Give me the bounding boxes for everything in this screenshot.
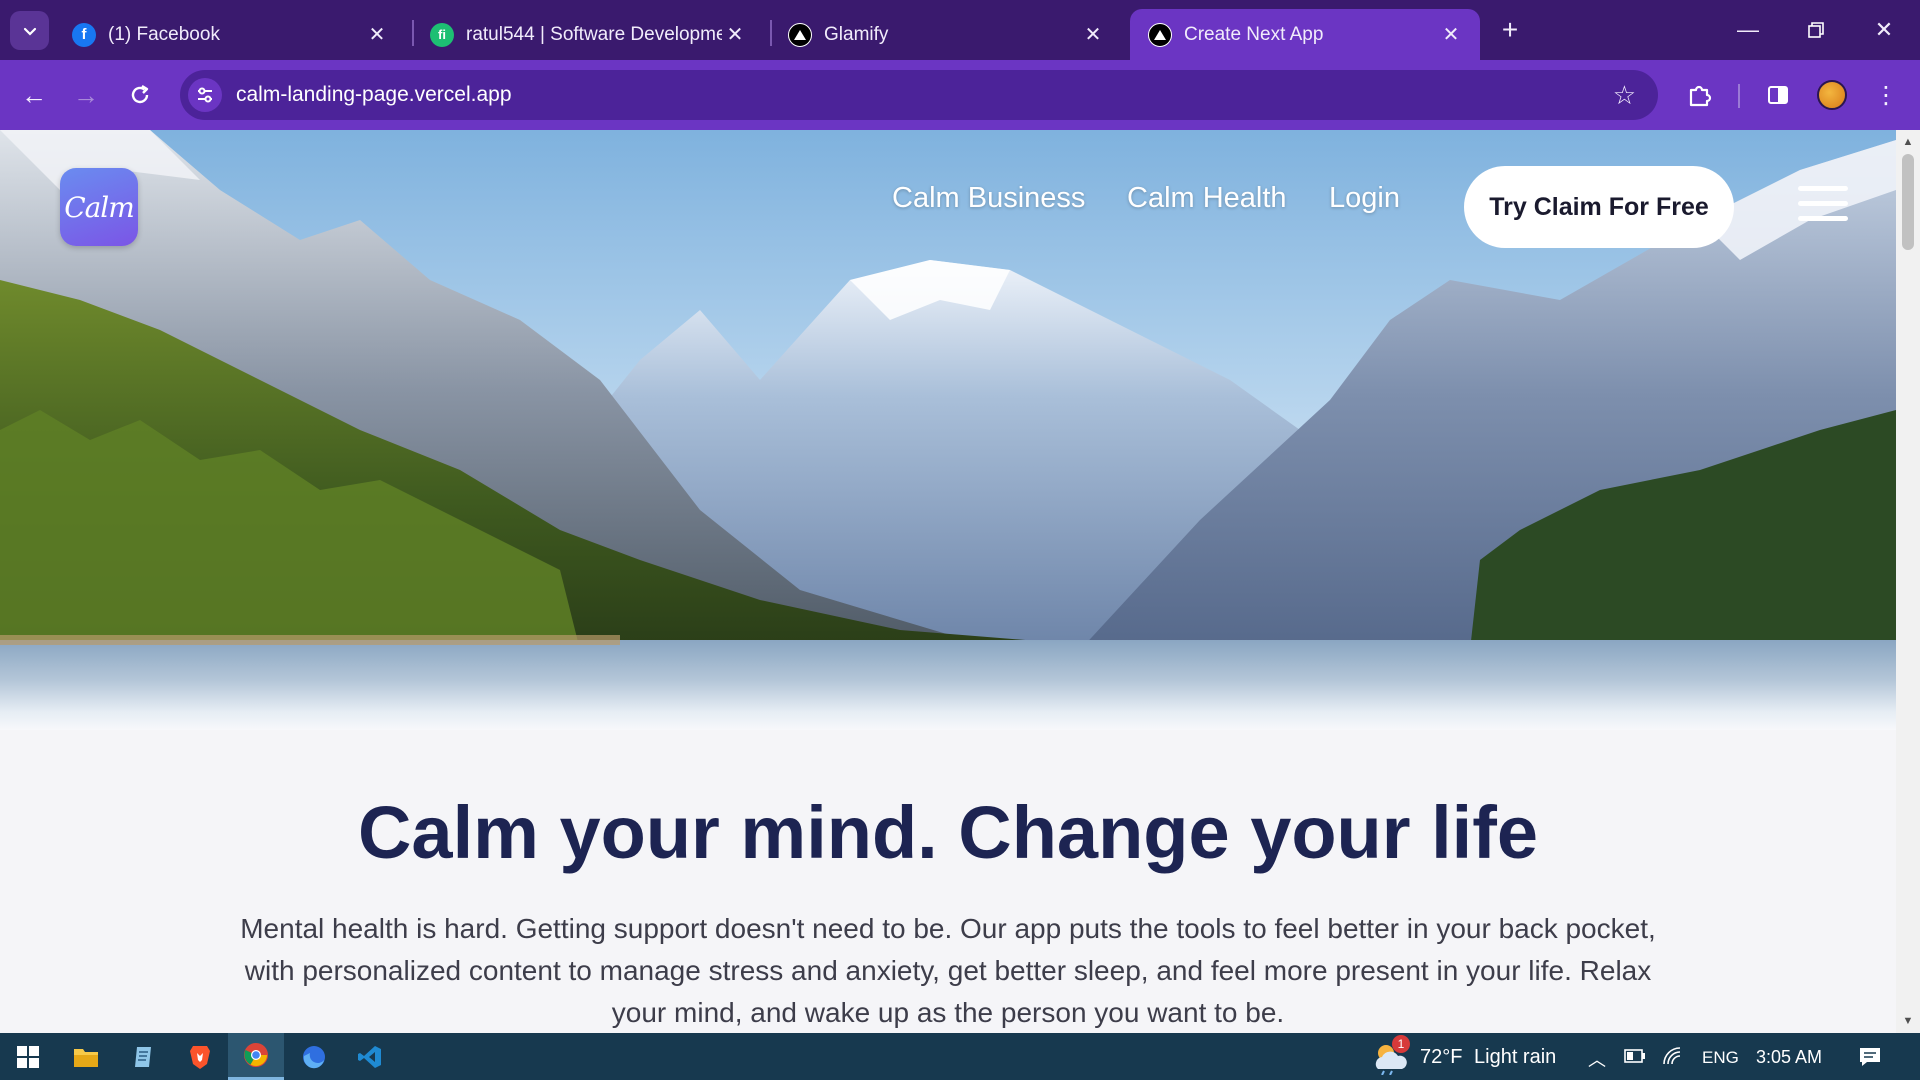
windows-start-icon bbox=[17, 1045, 39, 1068]
taskbar-notepad[interactable] bbox=[116, 1033, 172, 1080]
scroll-down-arrow-icon[interactable]: ▼ bbox=[1902, 1015, 1914, 1027]
nav-calm-health[interactable]: Calm Health bbox=[1127, 182, 1287, 215]
more-vertical-icon: ⋮ bbox=[1874, 81, 1898, 109]
close-icon[interactable]: ✕ bbox=[364, 22, 390, 48]
weather-temp[interactable]: 72°F bbox=[1420, 1046, 1462, 1069]
tab-create-next-app[interactable]: Create Next App ✕ bbox=[1130, 9, 1480, 60]
fiverr-icon: fi bbox=[430, 22, 454, 47]
extensions-button[interactable] bbox=[1682, 77, 1718, 113]
nav-login[interactable]: Login bbox=[1329, 182, 1400, 215]
tab-title: Glamify bbox=[824, 23, 889, 45]
new-tab-button[interactable]: + bbox=[1494, 14, 1526, 46]
hero-headline: Calm your mind. Change your life bbox=[357, 791, 1539, 874]
taskbar-brave[interactable] bbox=[172, 1033, 228, 1080]
hero-description: Mental health is hard. Getting support d… bbox=[240, 913, 1656, 1028]
reload-button[interactable] bbox=[122, 77, 158, 113]
tab-glamify[interactable]: Glamify ✕ bbox=[770, 9, 1122, 60]
vercel-icon bbox=[788, 22, 812, 47]
taskbar-file-explorer[interactable] bbox=[58, 1033, 114, 1080]
calm-logo[interactable]: Calm bbox=[60, 168, 138, 246]
page-scrollbar[interactable]: ▲ ▼ bbox=[1896, 130, 1920, 1033]
vscode-icon bbox=[358, 1045, 381, 1068]
weather-widget[interactable]: 1 bbox=[1370, 1035, 1410, 1076]
tab-title: (1) Facebook bbox=[108, 23, 220, 45]
page-viewport: Calm Calm Business Calm Health Login Try… bbox=[0, 130, 1896, 1033]
minimize-button[interactable]: — bbox=[1728, 10, 1768, 50]
taskbar-chrome[interactable] bbox=[228, 1033, 284, 1080]
side-panel-icon bbox=[1768, 86, 1788, 104]
puzzle-icon bbox=[1689, 85, 1712, 107]
tab-fiverr[interactable]: fi ratul544 | Software Developmer ✕ bbox=[412, 9, 764, 60]
tab-search-button[interactable] bbox=[10, 11, 49, 50]
restore-icon bbox=[1808, 22, 1824, 38]
scroll-up-arrow-icon[interactable]: ▲ bbox=[1902, 136, 1914, 148]
vercel-icon bbox=[1148, 22, 1172, 47]
close-icon[interactable]: ✕ bbox=[722, 22, 748, 48]
reload-icon bbox=[131, 84, 149, 104]
weather-condition[interactable]: Light rain bbox=[1474, 1046, 1556, 1069]
tab-title: Create Next App bbox=[1184, 23, 1324, 45]
profile-avatar[interactable] bbox=[1817, 80, 1847, 110]
close-icon[interactable]: ✕ bbox=[1438, 22, 1464, 48]
chevron-down-icon bbox=[23, 27, 36, 36]
windows-start-button[interactable] bbox=[0, 1033, 56, 1080]
clock[interactable]: 3:05 AM bbox=[1756, 1047, 1822, 1068]
nav-calm-business[interactable]: Calm Business bbox=[892, 182, 1085, 215]
firefox-icon bbox=[303, 1045, 325, 1068]
arrow-left-icon: ← bbox=[21, 79, 47, 110]
browser-toolbar: ← → calm-landing-page.vercel.app ☆ ⋮ bbox=[0, 60, 1920, 130]
chrome-icon bbox=[244, 1043, 268, 1067]
notification-icon[interactable] bbox=[1858, 1045, 1882, 1074]
chevron-up-icon[interactable]: ︿ bbox=[1588, 1046, 1606, 1072]
restore-button[interactable] bbox=[1796, 10, 1836, 50]
try-free-button[interactable]: Try Claim For Free bbox=[1464, 166, 1734, 248]
tune-icon bbox=[198, 87, 212, 103]
close-icon: ✕ bbox=[1874, 17, 1894, 42]
windows-taskbar: 1 72°F Light rain ︿ ENG 3:05 AM bbox=[0, 1033, 1920, 1080]
brave-icon bbox=[190, 1045, 210, 1069]
menu-button[interactable]: ⋮ bbox=[1868, 77, 1904, 113]
scrollbar-thumb[interactable] bbox=[1902, 154, 1914, 250]
plus-icon: + bbox=[1501, 14, 1519, 45]
hero-landscape-image: Calm Calm Business Calm Health Login Try… bbox=[0, 130, 1896, 730]
forward-button[interactable]: → bbox=[68, 77, 104, 113]
site-info-button[interactable] bbox=[188, 78, 222, 112]
battery-icon[interactable] bbox=[1624, 1048, 1646, 1069]
close-icon[interactable]: ✕ bbox=[1080, 22, 1106, 48]
facebook-icon: f bbox=[72, 22, 96, 47]
notepad-icon bbox=[135, 1046, 151, 1067]
browser-tabstrip: f (1) Facebook ✕ fi ratul544 | Software … bbox=[0, 0, 1920, 60]
taskbar-vscode[interactable] bbox=[342, 1033, 398, 1080]
tab-title: ratul544 | Software Developmer bbox=[466, 23, 722, 45]
file-explorer-icon bbox=[74, 1048, 98, 1067]
language-indicator[interactable]: ENG bbox=[1702, 1048, 1739, 1068]
weather-badge: 1 bbox=[1392, 1035, 1410, 1053]
taskbar-firefox[interactable] bbox=[286, 1033, 342, 1080]
arrow-right-icon: → bbox=[73, 79, 99, 110]
logo-text: Calm bbox=[64, 190, 135, 224]
hamburger-menu-icon[interactable] bbox=[1798, 186, 1848, 226]
back-button[interactable]: ← bbox=[16, 77, 52, 113]
address-bar[interactable]: calm-landing-page.vercel.app ☆ bbox=[180, 70, 1658, 120]
toolbar-separator bbox=[1738, 84, 1740, 108]
close-window-button[interactable]: ✕ bbox=[1864, 10, 1904, 50]
tab-facebook[interactable]: f (1) Facebook ✕ bbox=[54, 9, 406, 60]
url-text[interactable]: calm-landing-page.vercel.app bbox=[236, 83, 512, 107]
wifi-icon[interactable] bbox=[1662, 1046, 1684, 1071]
side-panel-button[interactable] bbox=[1760, 77, 1796, 113]
bookmark-star-icon[interactable]: ☆ bbox=[1613, 80, 1636, 111]
minimize-icon: — bbox=[1737, 17, 1759, 42]
